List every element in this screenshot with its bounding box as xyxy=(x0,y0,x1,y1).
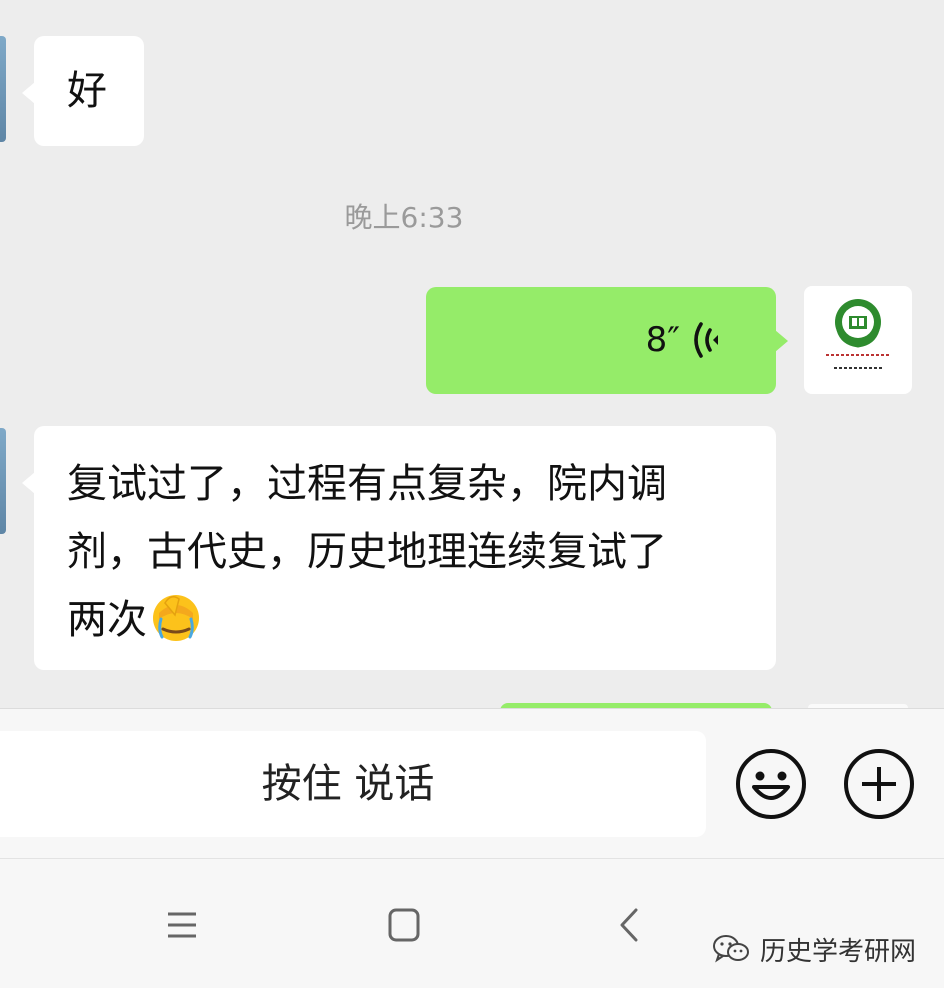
message-timestamp: 晚上6:33 xyxy=(344,201,464,234)
sender-avatar[interactable] xyxy=(0,428,6,534)
wechat-icon xyxy=(712,935,749,963)
voice-wave-icon xyxy=(694,322,718,358)
home-square-icon[interactable] xyxy=(382,905,426,945)
watermark-text: 历史学考研网 xyxy=(759,936,916,967)
history-exam-logo-icon xyxy=(826,299,890,369)
own-avatar[interactable] xyxy=(804,286,912,394)
incoming-message-bubble[interactable]: 好 xyxy=(22,36,144,146)
chat-input-bar: 按住 说话 xyxy=(0,708,944,858)
system-nav-bar: 历史学考研网 xyxy=(0,858,944,988)
chat-area[interactable]: 好 晚上6:33 8″ 复试过了，过程有点复杂，院内调 剂，古代史，历史地理连续… xyxy=(0,0,944,708)
back-chevron-icon[interactable] xyxy=(608,905,652,945)
voice-duration: 8″ xyxy=(645,320,680,360)
watermark: 历史学考研网 xyxy=(712,931,916,967)
facepalm-emoji-icon xyxy=(153,595,199,641)
message-text: 好 xyxy=(67,68,107,114)
incoming-message-bubble[interactable]: 复试过了，过程有点复杂，院内调 剂，古代史，历史地理连续复试了 两次 xyxy=(22,426,776,670)
smiley-face-icon[interactable] xyxy=(734,747,808,821)
hold-to-talk-button[interactable]: 按住 说话 xyxy=(0,731,706,837)
plus-circle-icon[interactable] xyxy=(842,747,916,821)
sender-avatar[interactable] xyxy=(0,36,6,142)
menu-icon[interactable] xyxy=(160,905,204,945)
voice-message-bubble[interactable]: 8″ xyxy=(426,287,788,394)
